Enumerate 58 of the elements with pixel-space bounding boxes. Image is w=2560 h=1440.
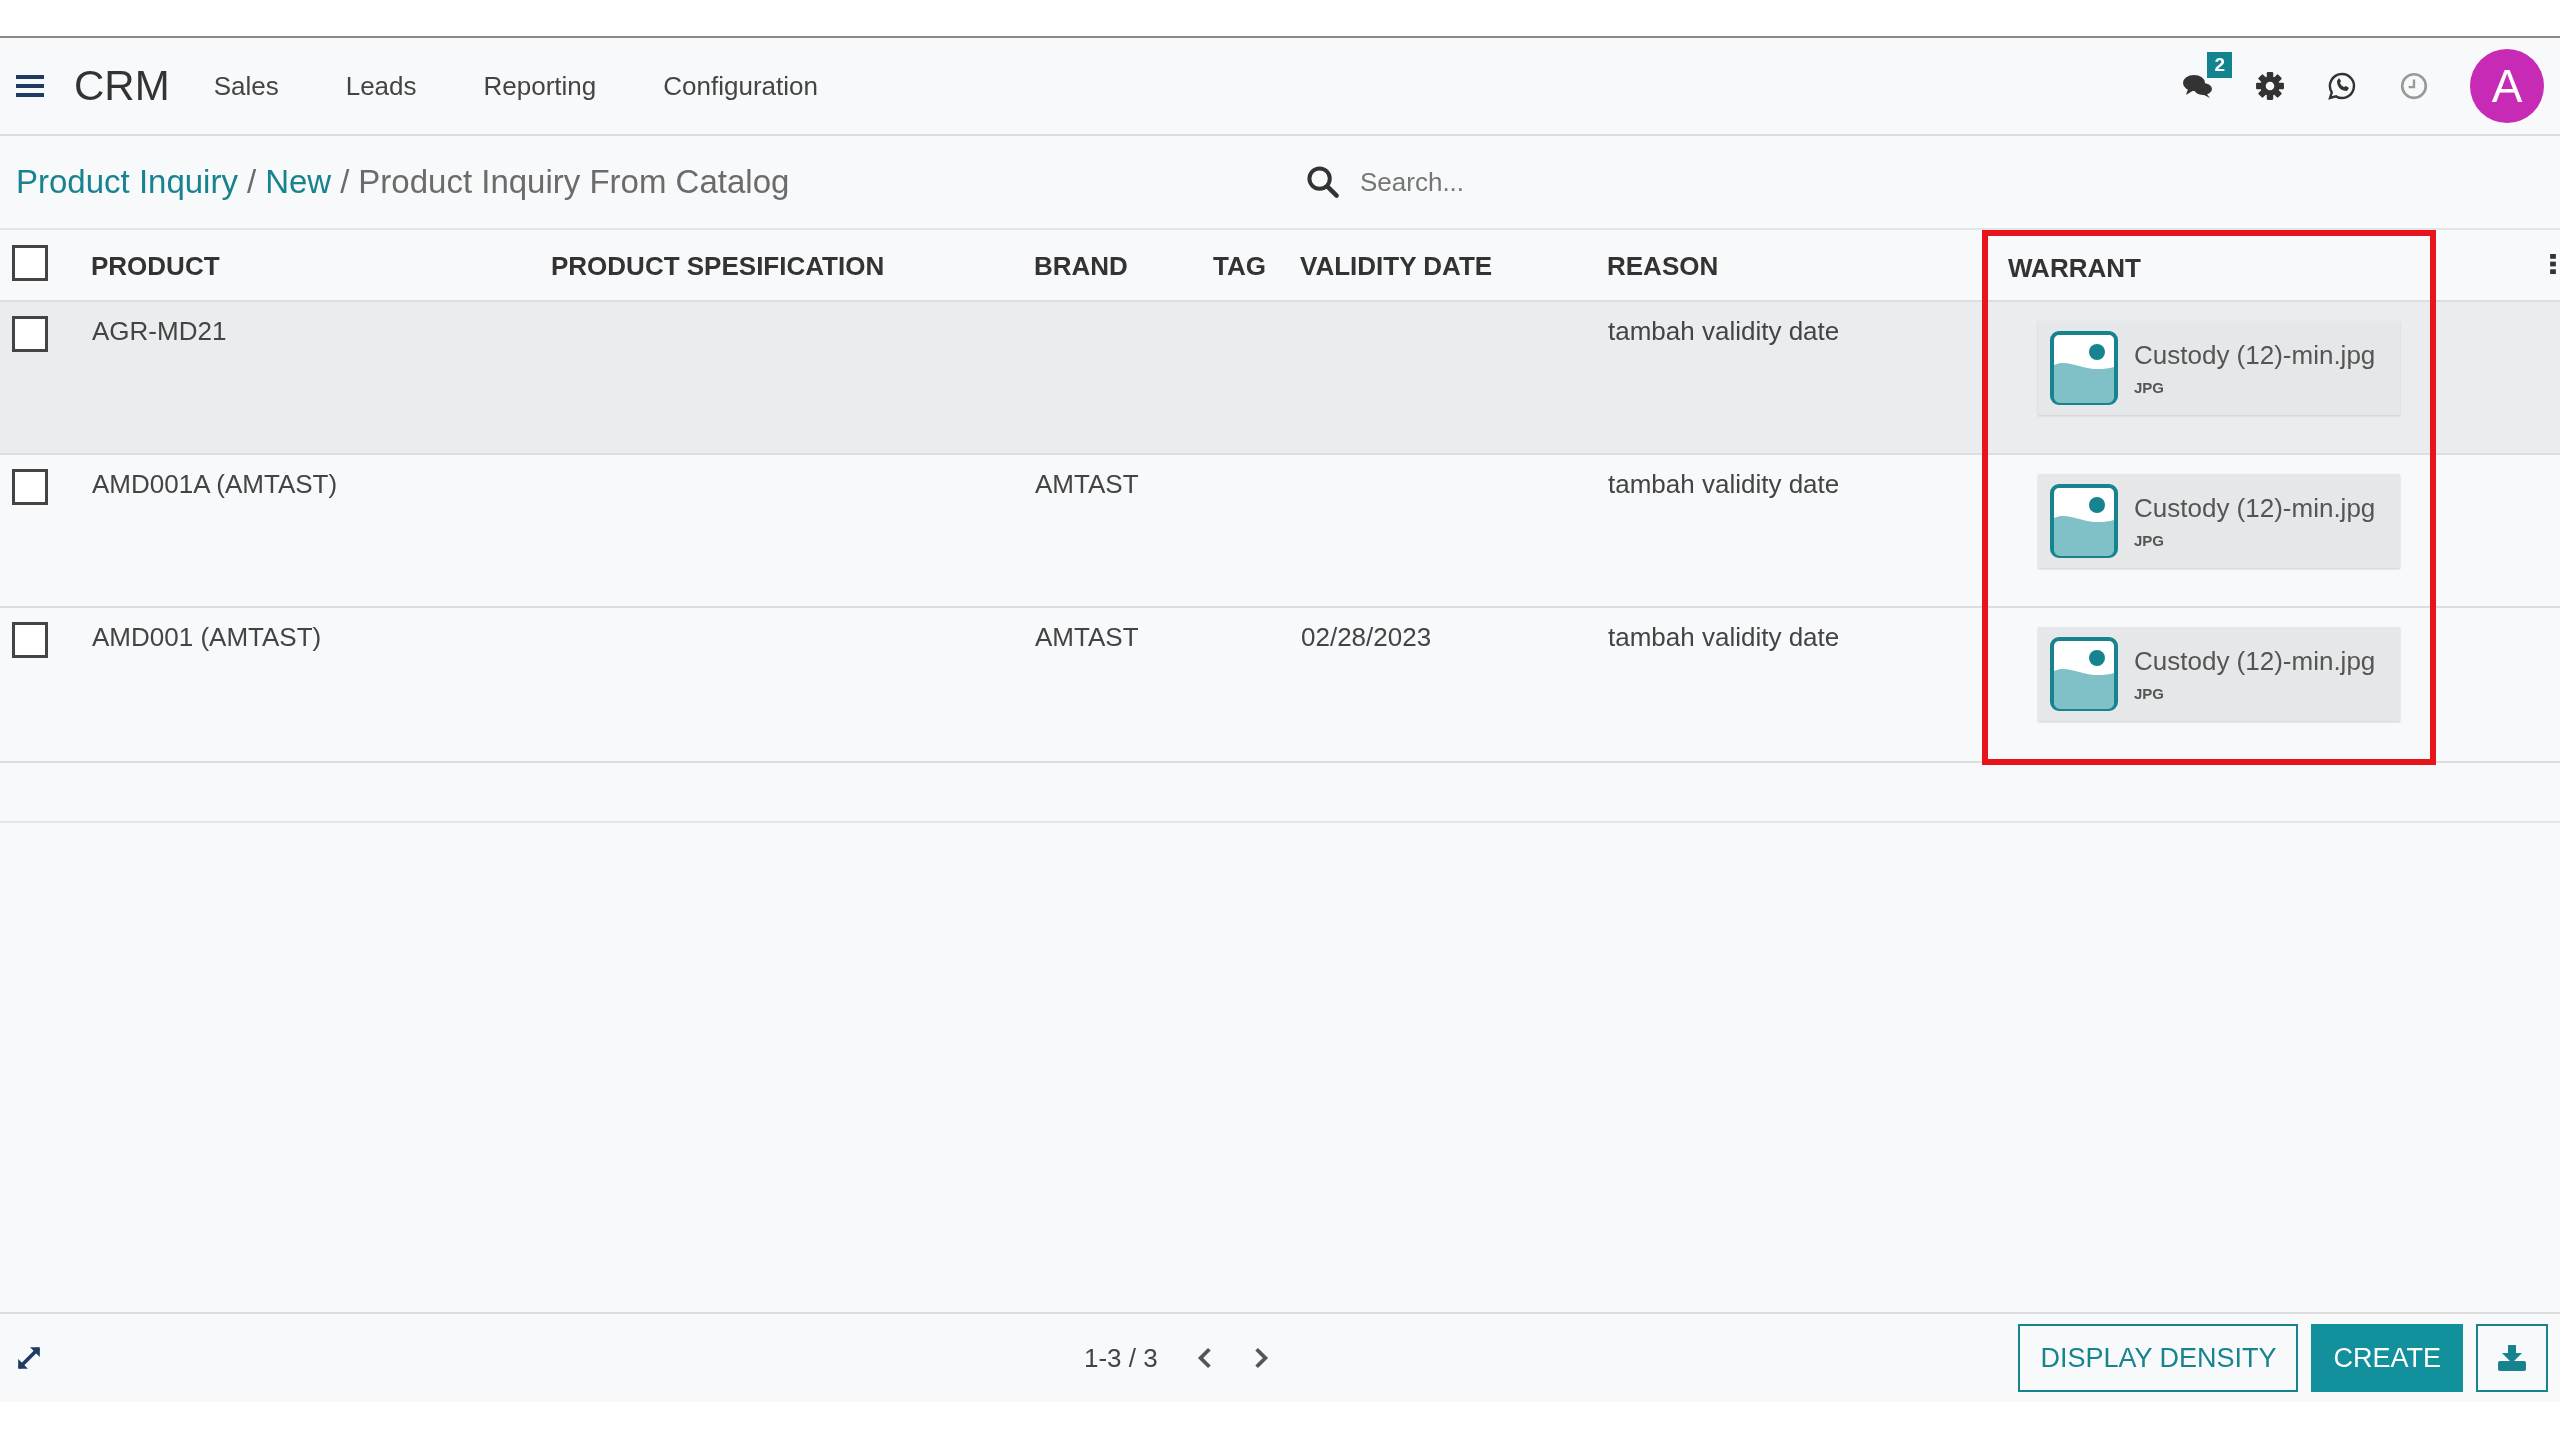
download-button[interactable] <box>2476 1324 2548 1392</box>
column-header[interactable]: BRAND <box>1034 251 1128 281</box>
menu-item[interactable]: Sales <box>213 70 279 102</box>
select-all-checkbox[interactable] <box>12 245 48 281</box>
attachment-card[interactable]: Custody (12)-min.jpg JPG <box>2038 627 2400 721</box>
row-checkbox[interactable] <box>12 316 48 352</box>
user-avatar[interactable]: A <box>2470 49 2544 123</box>
column-header[interactable]: PRODUCT SPESIFICATION <box>551 251 885 281</box>
menu-item[interactable]: Configuration <box>663 70 818 102</box>
phone-chat-icon[interactable] <box>2326 71 2358 101</box>
table-cell: AMD001 (AMTAST) <box>92 622 322 652</box>
breadcrumb-current: Product Inquiry From Catalog <box>358 163 790 201</box>
breadcrumb-link[interactable]: Product Inquiry <box>16 163 238 201</box>
attachment-card[interactable]: Custody (12)-min.jpg JPG <box>2038 321 2400 415</box>
column-header[interactable]: WARRANT <box>2008 252 2141 283</box>
column-header[interactable]: TAG <box>1213 251 1266 281</box>
menu-item[interactable]: Leads <box>345 70 417 102</box>
breadcrumb-separator: / <box>246 163 257 201</box>
table-cell: tambah validity date <box>1608 316 1840 346</box>
breadcrumb-separator: / <box>340 163 350 201</box>
attachment-filename: Custody (12)-min.jpg <box>2134 340 2376 371</box>
clock-icon[interactable] <box>2398 71 2430 101</box>
search-field[interactable]: Search... <box>1358 165 1962 199</box>
image-file-icon <box>2050 484 2118 558</box>
column-header[interactable]: PRODUCT <box>91 251 220 281</box>
pager-value: 1-3 / 3 <box>1084 1342 1158 1374</box>
table-cell: AGR-MD21 <box>92 316 227 346</box>
menu-item[interactable]: Reporting <box>483 70 597 102</box>
search-icon <box>1306 165 1340 199</box>
message-count-badge: 2 <box>2207 52 2232 78</box>
file-type-label: JPG <box>2134 532 2165 549</box>
attachment-filename: Custody (12)-min.jpg <box>2134 493 2376 524</box>
download-icon <box>2498 1345 2526 1371</box>
file-type-label: JPG <box>2134 685 2165 702</box>
app-name: CRM <box>74 62 170 110</box>
row-checkbox[interactable] <box>12 622 48 658</box>
display-density-button[interactable]: DISPLAY DENSITY <box>2018 1324 2299 1392</box>
menu-icon[interactable] <box>16 75 44 97</box>
more-options-icon[interactable] <box>2550 254 2556 275</box>
attachment-filename: Custody (12)-min.jpg <box>2134 646 2376 677</box>
settings-icon[interactable] <box>2254 71 2286 101</box>
create-button[interactable]: CREATE <box>2311 1324 2463 1392</box>
row-checkbox[interactable] <box>12 469 48 505</box>
table-cell: AMTAST <box>1035 469 1139 499</box>
column-header[interactable]: VALIDITY DATE <box>1300 251 1493 281</box>
table-cell: AMTAST <box>1035 622 1139 652</box>
image-file-icon <box>2050 331 2118 405</box>
file-type-label: JPG <box>2134 379 2165 396</box>
table-cell: 02/28/2023 <box>1301 622 1432 652</box>
table-cell: AMD001A (AMTAST) <box>92 469 338 499</box>
table-cell: tambah validity date <box>1608 622 1840 652</box>
column-header[interactable]: REASON <box>1607 251 1719 281</box>
expand-icon[interactable] <box>16 1345 42 1371</box>
attachment-card[interactable]: Custody (12)-min.jpg JPG <box>2038 474 2400 568</box>
previous-icon[interactable] <box>1195 1346 1214 1370</box>
table-cell: tambah validity date <box>1608 469 1840 499</box>
breadcrumb-link[interactable]: New <box>265 163 332 201</box>
image-file-icon <box>2050 637 2118 711</box>
